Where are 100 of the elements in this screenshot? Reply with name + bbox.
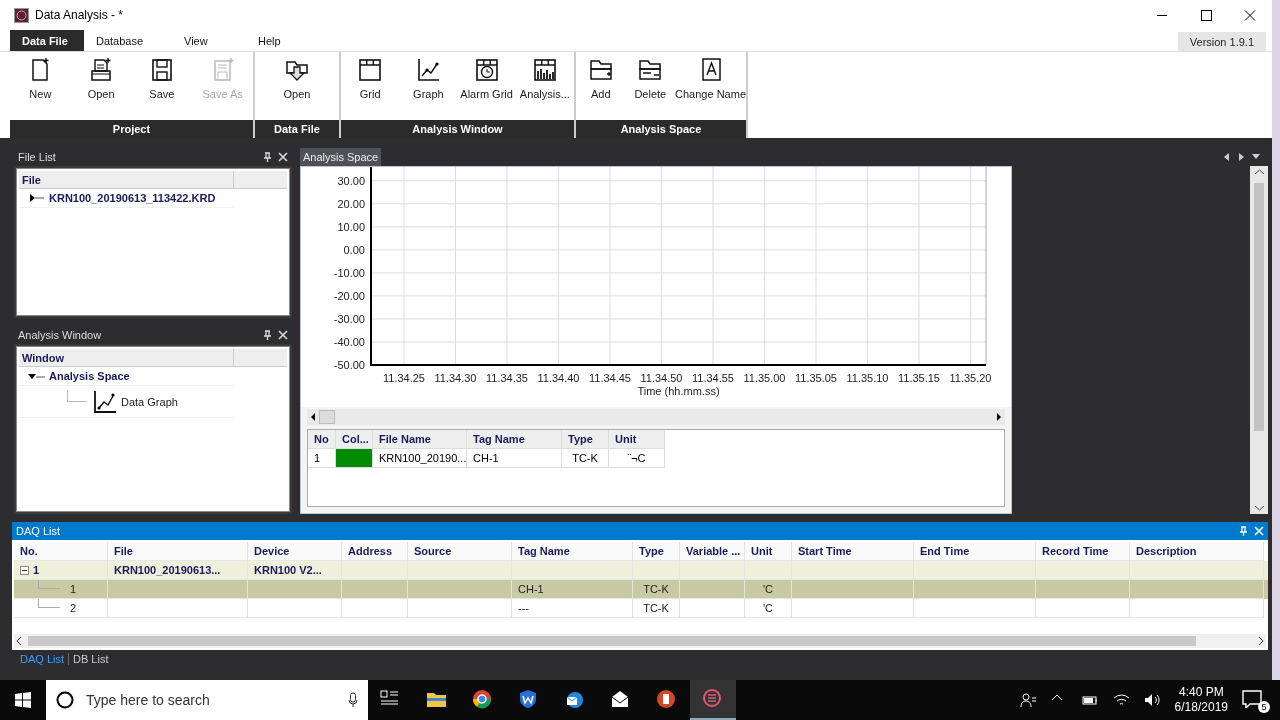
scroll-down-icon[interactable]	[1254, 505, 1264, 511]
clock-date: 6/18/2019	[1174, 700, 1228, 715]
table-cell: 2	[70, 602, 77, 614]
panel-tab[interactable]: DAQ List	[16, 653, 68, 665]
table-row[interactable]: 1 CH-1 TC-K 'C	[14, 580, 1268, 599]
menu-tab[interactable]: Help	[246, 30, 316, 51]
y-tick-label: -10.00	[333, 266, 365, 279]
search-bar[interactable]: Type here to search	[46, 680, 368, 720]
table-cell: TC-K	[562, 449, 609, 468]
table-cell: TC-K	[643, 602, 669, 614]
ribbon-button[interactable]: Add	[576, 57, 626, 120]
scroll-right-icon[interactable]	[1238, 153, 1244, 161]
ribbon-button[interactable]: Alarm Grid	[457, 57, 516, 120]
ribbon-button[interactable]: New	[10, 57, 71, 120]
ribbon-button[interactable]: Open	[255, 57, 339, 120]
column-header[interactable]: End Time	[914, 542, 1036, 561]
scroll-right-icon[interactable]	[1256, 636, 1266, 646]
tree-item[interactable]: Data Graph	[121, 395, 178, 408]
group-label: Data File	[255, 120, 339, 138]
x-tick-label: 11.35.10	[846, 372, 889, 384]
pin-icon[interactable]	[262, 151, 272, 163]
microphone-icon[interactable]	[348, 692, 358, 708]
ribbon-button[interactable]: Change Name	[675, 57, 746, 120]
column-header[interactable]: Unit	[609, 430, 665, 449]
panel-tab[interactable]: DB List	[68, 653, 113, 665]
expand-arrow-icon[interactable]	[27, 193, 45, 203]
table-row[interactable]: 1 KRN100_20190613... KRN100 V2...	[14, 561, 1268, 580]
x-tick-label: 11.35.15	[898, 372, 940, 384]
table-cell: 1	[33, 564, 40, 576]
collapse-arrow-icon[interactable]	[27, 371, 45, 381]
ribbon-button[interactable]: Delete	[625, 57, 676, 120]
search-field[interactable]: Type here to search	[84, 691, 338, 709]
table-cell: ---	[518, 602, 529, 614]
x-tick-label: 11.34.30	[434, 372, 477, 384]
document-tab[interactable]: Analysis Space	[300, 148, 382, 166]
column-header[interactable]: File	[108, 542, 248, 561]
scroll-thumb[interactable]	[319, 410, 335, 424]
table-cell: KRN100_20190613...	[114, 564, 221, 576]
ribbon-button[interactable]: Grid	[341, 57, 400, 120]
y-tick-label: 10.00	[337, 220, 365, 233]
scroll-left-icon[interactable]	[14, 636, 24, 646]
mail-circle-icon[interactable]	[564, 689, 586, 711]
folder-plus-icon	[587, 57, 614, 83]
presentation-icon[interactable]	[656, 689, 678, 711]
wheel-icon[interactable]	[472, 689, 494, 711]
tree-item[interactable]: KRN100_20190613_113422.KRD	[49, 192, 216, 204]
column-header[interactable]: Unit	[745, 542, 792, 561]
table-cell: 'C	[762, 583, 773, 595]
column-header[interactable]: Start Time	[792, 542, 914, 561]
column-header[interactable]: Device	[248, 542, 342, 561]
menu-tab[interactable]: View	[172, 30, 246, 51]
table-cell: CH-1	[467, 449, 562, 468]
column-header[interactable]: Record Time	[1036, 542, 1130, 561]
maximize-icon[interactable]	[1200, 9, 1212, 21]
tree-line	[67, 389, 87, 402]
menu-tab[interactable]: Data File	[10, 30, 84, 51]
y-tick-label: -40.00	[333, 336, 365, 348]
notification-icon[interactable]	[1242, 690, 1262, 708]
panel-title: Analysis Window	[18, 329, 103, 341]
scroll-thumb[interactable]	[28, 636, 1196, 646]
column-header[interactable]: Source	[408, 542, 512, 561]
tree-item[interactable]: Analysis Space	[49, 370, 130, 382]
scroll-thumb[interactable]	[1254, 183, 1264, 431]
column-header[interactable]: Tag Name	[512, 542, 633, 561]
ribbon-button[interactable]: Analysis...	[515, 57, 574, 120]
windows-start-icon[interactable]	[15, 692, 31, 708]
table-row[interactable]: 2 --- TC-K 'C	[14, 599, 1268, 618]
column-header[interactable]: Variable ...	[680, 542, 745, 561]
y-tick-label: 20.00	[337, 197, 365, 210]
ribbon-button[interactable]: Graph	[399, 57, 458, 120]
y-tick-label: -30.00	[333, 312, 365, 325]
table-cell: KRN100_20190...	[373, 449, 467, 468]
pin-icon[interactable]	[262, 329, 272, 341]
ribbon-button[interactable]: Save	[131, 57, 193, 120]
x-tick-label: 11.35.00	[743, 372, 786, 384]
folder-minus-icon	[637, 57, 664, 83]
table-cell: 1	[70, 583, 77, 595]
speaker-icon[interactable]	[1143, 692, 1161, 708]
table-cell: ¨¬C	[609, 449, 665, 468]
column-header[interactable]: No.	[14, 542, 108, 561]
column-header[interactable]: Tag Name	[467, 430, 562, 449]
ribbon-button[interactable]: Open	[70, 57, 132, 120]
column-header[interactable]: Type	[633, 542, 680, 561]
people-icon[interactable]	[1019, 692, 1037, 708]
scroll-left-icon[interactable]	[1224, 153, 1230, 161]
y-tick-label: -50.00	[333, 359, 365, 371]
dropdown-icon[interactable]	[1252, 153, 1260, 159]
list-circle-icon[interactable]	[702, 688, 724, 710]
column-header[interactable]: Col...	[336, 430, 373, 449]
column-header[interactable]: Address	[342, 542, 408, 561]
column-header[interactable]: No	[308, 430, 336, 449]
column-header[interactable]: Type	[562, 430, 609, 449]
collapse-icon[interactable]	[20, 565, 29, 575]
scroll-up-icon[interactable]	[1254, 169, 1264, 175]
panel-title: DAQ List	[16, 525, 61, 537]
menu-tab[interactable]: Database	[84, 30, 172, 51]
column-header[interactable]: Description	[1130, 542, 1264, 561]
column-header[interactable]: File Name	[373, 430, 467, 449]
search-icon	[56, 691, 74, 709]
table-cell: 'C	[762, 602, 773, 614]
